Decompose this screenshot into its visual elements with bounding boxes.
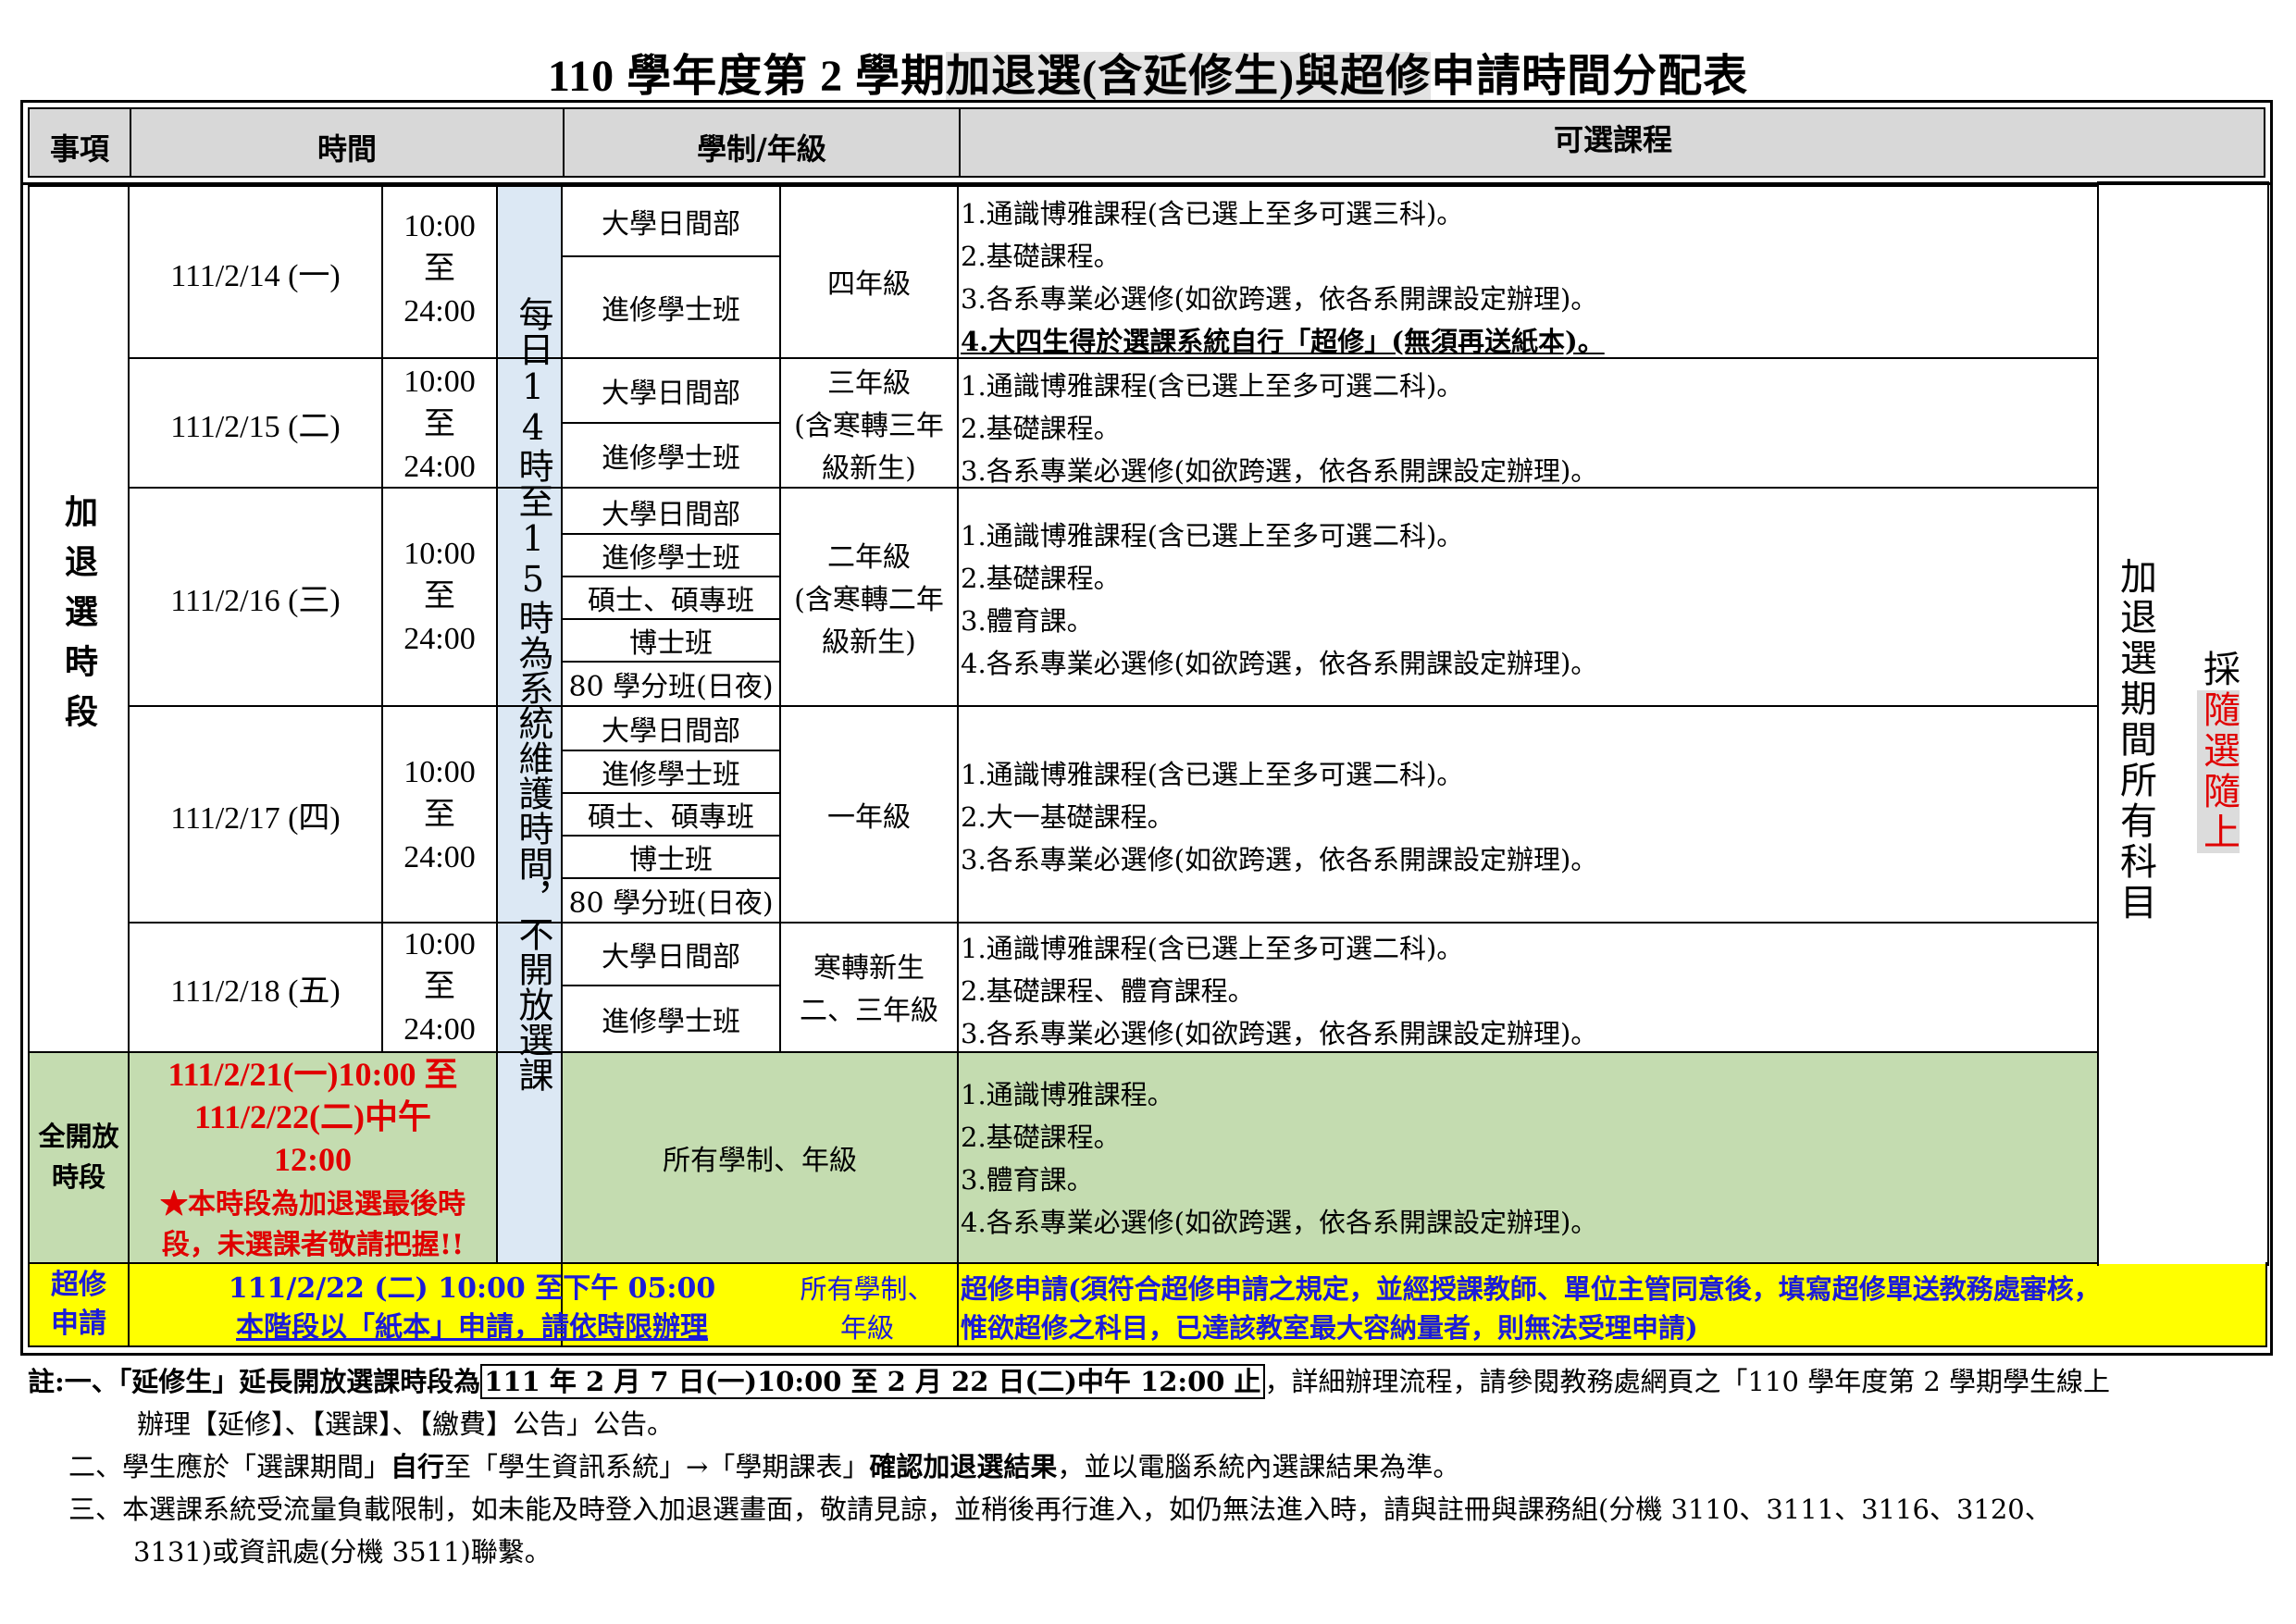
day-3-system-1: 大學日間部 [602, 499, 740, 531]
overload-time: 111/2/22 (二) 10:00 至下午 05:00 本階段以「紙本」申請，… [228, 1272, 716, 1344]
day-2-grade: 三年級 (含寒轉三年 級新生) [794, 367, 944, 485]
day-3-system-3: 碩士、碩專班 [588, 585, 754, 617]
day-3-system-4: 博士班 [629, 627, 713, 660]
day-5-time: 10:00 至 24:00 [403, 927, 476, 1047]
day-1-system-1: 大學日間部 [602, 208, 740, 241]
note-3-cont: 3131)或資訊處(分機 3511)聯繫。 [133, 1536, 552, 1568]
day-2-courses: 1.通識博雅課程(含已選上至多可選二科)。 2.基礎課程。 3.各系專業必選修(… [961, 370, 1598, 487]
day-5-courses: 1.通識博雅課程(含已選上至多可選二科)。 2.基礎課程、體育課程。 3.各系專… [961, 933, 1598, 1049]
overload-system: 所有學制、 年級 [800, 1273, 935, 1344]
day-4-system-4: 博士班 [629, 844, 713, 876]
day-3-grade: 二年級 (含寒轉二年 級新生) [794, 541, 944, 659]
day-2-time: 10:00 至 24:00 [403, 365, 476, 484]
open-period-time: 111/2/21(一)10:00 至 111/2/22(二)中午 12:00 [168, 1056, 458, 1178]
day-1-system-2: 進修學士班 [602, 294, 740, 327]
footnotes: 註:一、「延修生」延長開放選課時段為 111 年 2 月 7 日(一)10:00 … [28, 1360, 2277, 1573]
right-note: 加退選期間所有科目 [2114, 557, 2156, 924]
day-4-grade: 一年級 [827, 801, 911, 834]
day-3-time: 10:00 至 24:00 [403, 537, 476, 656]
day-3-system-5: 80 學分班(日夜) [568, 671, 774, 703]
day-1-courses: 1.通識博雅課程(含已選上至多可選三科)。 2.基礎課程。 3.各系專業必選修(… [961, 198, 1605, 357]
note-1-cont: 辦理【延修】、【選課】、【繳費】公告」公告。 [137, 1408, 675, 1440]
day-1-date: 111/2/14 (一) [170, 258, 341, 293]
day-2-date: 111/2/15 (二) [170, 409, 341, 444]
random-note: 採隨選隨上 [2197, 650, 2240, 853]
day-3-system-2: 進修學士班 [602, 542, 740, 575]
day-4-courses: 1.通識博雅課程(含已選上至多可選二科)。 2.大一基礎課程。 3.各系專業必選… [961, 759, 1598, 875]
open-period-courses: 1.通識博雅課程。 2.基礎課程。 3.體育課。 4.各系專業必選修(如欲跨選，… [961, 1079, 1598, 1238]
day-1-time: 10:00 至 24:00 [403, 209, 476, 329]
day-4-time: 10:00 至 24:00 [403, 755, 476, 874]
day-3-date: 111/2/16 (三) [170, 583, 341, 618]
overload-label: 超修 申請 [51, 1269, 106, 1340]
open-period-label: 全開放時段 [38, 1121, 119, 1193]
day-5-system-2: 進修學士班 [602, 1006, 740, 1038]
day-4-system-5: 80 學分班(日夜) [568, 887, 774, 920]
day-2-system-1: 大學日間部 [602, 378, 740, 410]
day-2-system-2: 進修學士班 [602, 442, 740, 475]
note-1: 註:一、「延修生」延長開放選課時段為 111 年 2 月 7 日(一)10:00 … [28, 1364, 2111, 1399]
open-period-warning: ★本時段為加退選最後時 段，未選課者敬請把握!! [160, 1188, 465, 1261]
day-4-system-1: 大學日間部 [602, 715, 740, 748]
day-5-date: 111/2/18 (五) [170, 973, 341, 1009]
note-3: 三、本選課系統受流量負載限制，如未能及時登入加退選畫面，敬請見諒，並稍後再行進入… [68, 1494, 2052, 1525]
maintenance-note: 每日14時至15時為系統維護時間，不開放選課 [513, 296, 553, 1092]
day-1-grade: 四年級 [827, 268, 911, 301]
section-addrop-label: 加退選時段 [59, 494, 98, 744]
day-4-system-2: 進修學士班 [602, 759, 740, 791]
day-3-courses: 1.通識博雅課程(含已選上至多可選二科)。 2.基礎課程。 3.體育課。 4.各… [961, 520, 1598, 679]
day-5-grade: 寒轉新生 二、三年級 [800, 952, 938, 1027]
day-5-system-1: 大學日間部 [602, 941, 740, 973]
note-2: 二、學生應於「選課期間」自行至「學生資訊系統」→「學期課表」確認加退選結果，並以… [68, 1451, 1460, 1482]
day-4-system-3: 碩士、碩專班 [588, 801, 754, 834]
day-4-date: 111/2/17 (四) [170, 800, 341, 836]
overload-description: 超修申請(須符合超修申請之規定，並經授課教師、單位主管同意後，填寫超修單送教務處… [961, 1273, 2101, 1344]
open-period-system: 所有學制、年級 [663, 1145, 857, 1177]
